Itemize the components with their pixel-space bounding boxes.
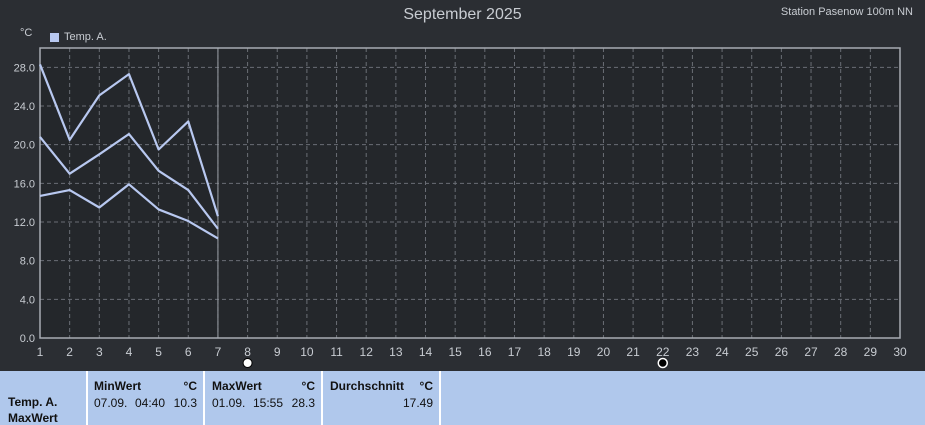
x-tick-label: 16 <box>478 345 492 359</box>
x-tick-label: 27 <box>804 345 818 359</box>
x-tick-label: 28 <box>834 345 848 359</box>
y-tick-label: 20.0 <box>14 140 35 152</box>
stats-avg-cell: Durchschnitt °C 17.49 <box>323 371 441 425</box>
stats-panel: Temp. A. MaxWert MinWert °C 07.09. 04:40… <box>0 371 925 425</box>
min-time: 04:40 <box>135 396 166 410</box>
max-time: 15:55 <box>253 396 284 410</box>
x-tick-label: 12 <box>360 345 374 359</box>
x-tick-label: 6 <box>185 345 192 359</box>
x-tick-label: 5 <box>155 345 162 359</box>
stats-row-label-cell: Temp. A. MaxWert <box>0 371 88 425</box>
max-header: MaxWert <box>212 379 262 393</box>
legend-label: Temp. A. <box>64 31 107 43</box>
min-value: 10.3 <box>173 396 197 410</box>
x-tick-label: 17 <box>508 345 522 359</box>
avg-header: Durchschnitt <box>330 379 405 393</box>
avg-value: 17.49 <box>402 396 433 410</box>
y-tick-label: 0.0 <box>20 333 35 345</box>
min-date: 07.09. <box>94 396 128 410</box>
x-tick-label: 26 <box>775 345 789 359</box>
x-tick-label: 15 <box>448 345 462 359</box>
x-tick-label: 20 <box>597 345 611 359</box>
y-axis-unit: °C <box>20 27 33 39</box>
max-value: 28.3 <box>291 396 315 410</box>
temperature-chart: 1 2 3 4 5 6 7 8 9 10 11 12 13 14 15 16 17 18 19 20 21 22 23 24 2… <box>14 47 907 369</box>
min-header: MinWert <box>94 379 142 393</box>
legend-swatch <box>50 32 59 42</box>
stats-max-cell: MaxWert °C 01.09. 15:55 28.3 <box>205 371 323 425</box>
x-tick-label: 22 <box>656 345 670 359</box>
y-tick-label: 8.0 <box>20 256 35 268</box>
stats-min-cell: MinWert °C 07.09. 04:40 10.3 <box>88 371 205 425</box>
y-tick-label: 16.0 <box>14 178 35 190</box>
x-tick-label: 9 <box>274 345 281 359</box>
stats-row-sublabel: MaxWert <box>8 411 58 425</box>
y-tick-label: 28.0 <box>14 62 35 74</box>
x-tick-label: 4 <box>126 345 133 359</box>
x-tick-label: 21 <box>626 345 640 359</box>
plot-area <box>40 48 900 338</box>
x-tick-label: 1 <box>37 345 44 359</box>
full-moon-icon <box>242 358 253 368</box>
avg-unit: °C <box>419 379 433 393</box>
x-tick-label: 3 <box>96 345 103 359</box>
legend: Temp. A. <box>50 31 107 43</box>
x-tick-label: 23 <box>686 345 700 359</box>
x-tick-label: 25 <box>745 345 759 359</box>
y-tick-label: 24.0 <box>14 101 35 113</box>
x-tick-label: 18 <box>537 345 551 359</box>
y-tick-label: 4.0 <box>20 294 35 306</box>
x-tick-label: 2 <box>66 345 73 359</box>
y-tick-label: 12.0 <box>14 217 35 229</box>
x-tick-label: 24 <box>715 345 729 359</box>
x-tick-label: 30 <box>893 345 907 359</box>
max-unit: °C <box>301 379 315 393</box>
x-tick-label: 10 <box>300 345 314 359</box>
x-tick-label: 13 <box>389 345 403 359</box>
x-tick-label: 29 <box>864 345 878 359</box>
x-tick-label: 19 <box>567 345 581 359</box>
max-date: 01.09. <box>212 396 246 410</box>
new-moon-icon <box>657 357 669 369</box>
x-tick-label: 7 <box>215 345 222 359</box>
x-tick-label: 8 <box>244 345 251 359</box>
min-unit: °C <box>183 379 197 393</box>
x-tick-label: 11 <box>330 345 343 359</box>
x-tick-label: 14 <box>419 345 433 359</box>
stats-row-label: Temp. A. <box>8 395 58 409</box>
station-label: Station Pasenow 100m NN <box>780 6 913 18</box>
